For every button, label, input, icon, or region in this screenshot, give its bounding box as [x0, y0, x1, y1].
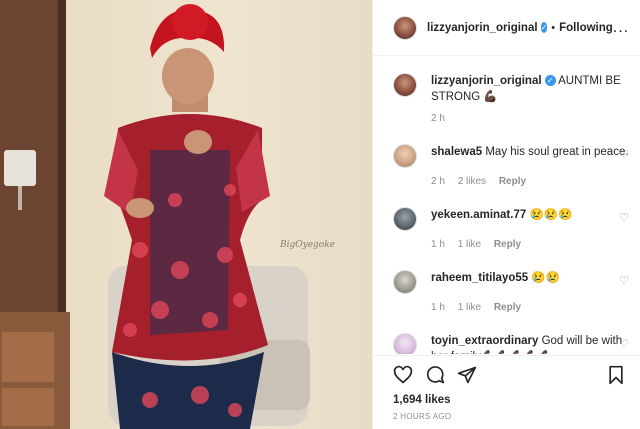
post-header: lizzyanjorin_original ✓ • Following ... [373, 0, 640, 56]
caption-meta: 2 h [431, 113, 629, 124]
share-icon[interactable] [457, 365, 477, 385]
reply-button[interactable]: Reply [494, 302, 521, 313]
action-icons-row [393, 364, 625, 386]
comment-item: shalewa5 May his soul great in peace. ♡ [393, 144, 629, 168]
comment-likes[interactable]: 2 likes [458, 176, 486, 187]
caption-time: 2 h [431, 113, 445, 124]
comment-like-heart-icon[interactable]: ♡ [619, 274, 629, 287]
comment-likes[interactable]: 1 like [458, 302, 481, 313]
photo-watermark: BigOyegoke [280, 240, 336, 250]
comment-meta: 1 h 1 like Reply [431, 302, 629, 313]
comment-time: 1 h [431, 302, 445, 313]
comment-item: raheem_titilayo55 😢😢 ♡ [393, 270, 629, 294]
commenter-avatar[interactable] [393, 270, 417, 294]
commenter-username[interactable]: toyin_extraordinary [431, 335, 538, 347]
comment-like-heart-icon[interactable]: ♡ [619, 337, 629, 350]
commenter-username[interactable]: raheem_titilayo55 [431, 272, 528, 284]
post-caption: lizzyanjorin_original ✓ AUNTMI BE STRONG … [393, 73, 629, 105]
comment-text: 😢😢 [528, 272, 561, 284]
photo-illustration [0, 0, 310, 429]
reply-button[interactable]: Reply [494, 239, 521, 250]
verified-badge-icon: ✓ [544, 75, 556, 86]
comment-item: yekeen.aminat.77 😢😢😢 ♡ [393, 207, 629, 231]
comment-time: 2 h [431, 176, 445, 187]
author-username[interactable]: lizzyanjorin_original [427, 22, 538, 34]
bookmark-icon[interactable] [607, 365, 625, 385]
post-photo[interactable]: BigOyegoke [0, 0, 372, 429]
caption-avatar[interactable] [393, 73, 417, 97]
more-options-icon[interactable]: ... [613, 19, 629, 37]
comment-like-heart-icon[interactable]: ♡ [619, 148, 629, 161]
comment-meta: 1 h 1 like Reply [431, 239, 629, 250]
header-separator: • [551, 21, 556, 34]
reply-button[interactable]: Reply [499, 176, 526, 187]
post-timestamp: 2 HOURS AGO [393, 412, 452, 421]
caption-username[interactable]: lizzyanjorin_original [431, 75, 542, 87]
commenter-avatar[interactable] [393, 144, 417, 168]
comment-time: 1 h [431, 239, 445, 250]
author-avatar[interactable] [393, 15, 417, 40]
commenter-avatar[interactable] [393, 333, 417, 354]
comment-text: 😢😢😢 [526, 209, 573, 221]
comments-list[interactable]: lizzyanjorin_original ✓ AUNTMI BE STRONG … [373, 57, 640, 354]
commenter-username[interactable]: shalewa5 [431, 146, 482, 158]
verified-badge-icon: ✓ [540, 22, 548, 33]
commenter-username[interactable]: yekeen.aminat.77 [431, 209, 526, 221]
heart-icon[interactable] [393, 365, 413, 385]
following-button[interactable]: Following [559, 22, 613, 34]
comment-like-heart-icon[interactable]: ♡ [619, 211, 629, 224]
post-details-panel: lizzyanjorin_original ✓ • Following ... … [372, 0, 640, 429]
comment-text: May his soul great in peace. [482, 146, 629, 158]
comment-icon[interactable] [425, 365, 445, 385]
commenter-avatar[interactable] [393, 207, 417, 231]
like-count[interactable]: 1,694 likes [393, 394, 625, 406]
comment-meta: 2 h 2 likes Reply [431, 176, 629, 187]
comment-item: toyin_extraordinary God will be with her… [393, 333, 629, 354]
comment-likes[interactable]: 1 like [458, 239, 481, 250]
post-actions: 1,694 likes 2 HOURS AGO [373, 355, 640, 421]
